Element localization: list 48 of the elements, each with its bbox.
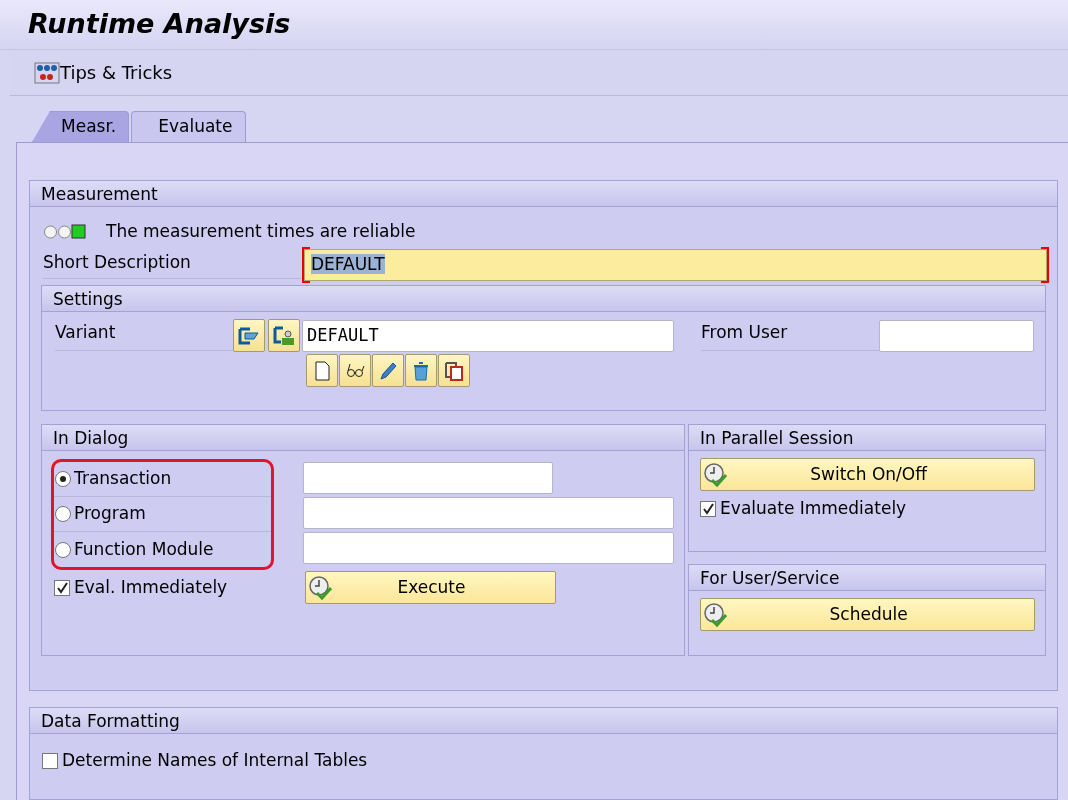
create-button[interactable] <box>306 354 338 387</box>
radio-button[interactable] <box>55 506 71 522</box>
traffic-light-icon <box>43 223 87 240</box>
group-title: In Dialog <box>42 425 685 451</box>
variant-field[interactable]: DEFAULT <box>302 319 674 352</box>
clock-check-icon <box>703 601 730 628</box>
schedule-button[interactable]: Schedule <box>700 598 1036 631</box>
option-label: Function Module <box>74 537 214 561</box>
radio-button[interactable] <box>55 541 71 558</box>
variant-user-button[interactable] <box>268 319 300 352</box>
execute-button[interactable]: Execute <box>305 571 556 604</box>
person-icon <box>273 325 295 346</box>
switch-on-off-button[interactable]: Switch On/Off <box>700 458 1036 491</box>
checkbox[interactable] <box>700 500 717 517</box>
window-title: Runtime Analysis <box>28 8 291 39</box>
checkbox-label: Evaluate Immediately <box>720 497 907 520</box>
group-title: Settings <box>42 286 1045 312</box>
clock-check-icon <box>703 461 730 488</box>
change-button[interactable] <box>372 354 404 387</box>
input-field[interactable] <box>303 532 674 564</box>
checkbox-label: Eval. Immediately <box>74 575 228 599</box>
field-label: Short Description <box>43 250 304 279</box>
option-label: Transaction <box>74 467 172 491</box>
delete-button[interactable] <box>405 354 437 387</box>
checkbox[interactable] <box>42 752 58 769</box>
checkbox-label: Determine Names of Internal Tables <box>62 749 368 772</box>
abacus-icon[interactable] <box>34 61 60 84</box>
checkbox[interactable] <box>54 579 70 596</box>
copy-button[interactable] <box>438 354 470 387</box>
toolbar-button[interactable]: Tips & Tricks <box>60 59 173 86</box>
group-title: Measurement <box>30 181 1057 207</box>
copy-icon <box>443 359 465 382</box>
variant-select-button[interactable] <box>233 319 265 352</box>
folder-arrow-icon <box>238 326 260 345</box>
radio-button[interactable] <box>55 471 71 487</box>
group-title: In Parallel Session <box>689 425 1045 451</box>
display-button[interactable] <box>339 354 371 387</box>
group-title: Data Formatting <box>30 708 1057 734</box>
input-field[interactable] <box>303 462 553 494</box>
status-text: The measurement times are reliable <box>106 219 416 243</box>
option-label: Program <box>74 502 146 526</box>
tab[interactable]: Measr. <box>32 111 130 142</box>
short-description-field[interactable]: DEFAULT <box>304 248 1047 281</box>
group-title: For User/Service <box>689 565 1045 591</box>
from-user-field[interactable] <box>879 319 1034 352</box>
input-field[interactable] <box>303 497 674 529</box>
clock-check-icon <box>308 574 334 601</box>
tab[interactable]: Evaluate <box>131 111 246 142</box>
